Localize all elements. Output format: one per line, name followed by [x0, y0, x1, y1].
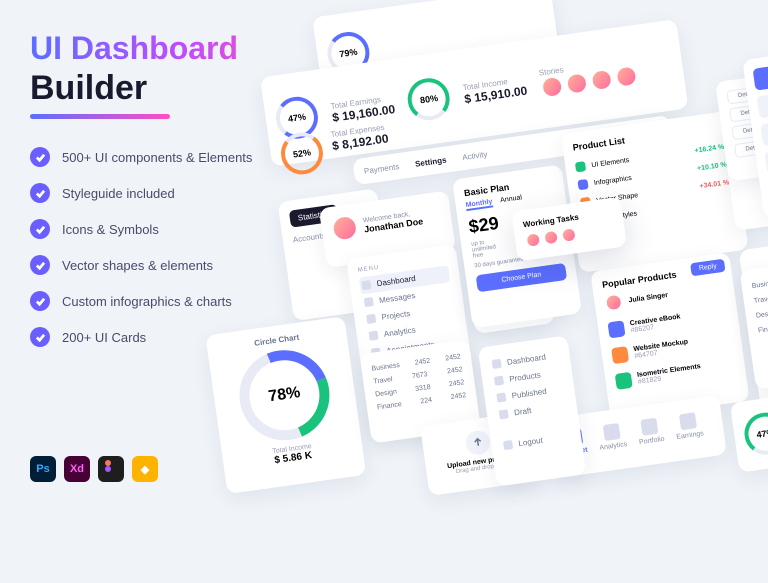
- avatar[interactable]: [564, 71, 589, 96]
- rail-icon[interactable]: [764, 149, 768, 174]
- expenses-stat: Total Expenses$ 8,192.00: [330, 122, 389, 153]
- user-avatar[interactable]: [330, 214, 359, 243]
- logout-icon: [503, 440, 513, 450]
- avatar[interactable]: [614, 64, 639, 89]
- xd-icon: Xd: [64, 456, 90, 482]
- figma-icon: [98, 456, 124, 482]
- stories-stat: Stories: [538, 55, 638, 99]
- hero-underline: [30, 114, 170, 119]
- message-icon: [364, 297, 374, 307]
- check-icon: [30, 147, 50, 167]
- draft-icon: [499, 409, 509, 419]
- product-icon: [615, 372, 633, 390]
- feature-item: Styleguide included: [62, 186, 175, 201]
- tab-settings[interactable]: Settings: [414, 155, 447, 168]
- box-icon: [494, 376, 504, 386]
- status-dot: [575, 161, 586, 172]
- product-icon: [611, 346, 629, 364]
- product-icon: [607, 320, 625, 338]
- avatar[interactable]: [539, 74, 564, 99]
- check-icon: [30, 183, 50, 203]
- avatar: [604, 292, 624, 312]
- cat-item[interactable]: Business: [751, 272, 768, 294]
- check-icon: [30, 219, 50, 239]
- hero-panel: UI Dashboard Builder 500+ UI components …: [30, 30, 310, 363]
- rail-icon[interactable]: [756, 94, 768, 119]
- donut-47-b: 47%: [742, 410, 768, 457]
- nav-sidebar-2: Dashboard Products Published Draft Logou…: [478, 335, 587, 486]
- chart-icon: [368, 331, 378, 341]
- check-icon: [30, 255, 50, 275]
- feature-item: Vector shapes & elements: [62, 258, 213, 273]
- avatar[interactable]: [524, 231, 542, 249]
- feature-item: 200+ UI Cards: [62, 330, 146, 345]
- nav-logout[interactable]: Logout: [500, 428, 572, 455]
- folder-icon: [366, 314, 376, 324]
- plan-monthly[interactable]: Monthly: [465, 198, 493, 211]
- analytics-icon: [602, 423, 620, 441]
- donut-80: 80%: [405, 75, 452, 122]
- check-icon: [30, 291, 50, 311]
- tab-activity[interactable]: Activity: [462, 149, 488, 161]
- hero-title-1: UI Dashboard: [30, 30, 310, 67]
- rail-icon[interactable]: [760, 121, 768, 146]
- feature-item: Custom infographics & charts: [62, 294, 232, 309]
- app-badges: Ps Xd ◆: [30, 456, 158, 482]
- popular-products-card: Popular Products Reply Julia Singer Crea…: [590, 252, 750, 420]
- avatar[interactable]: [542, 229, 560, 247]
- grid-icon: [492, 359, 502, 369]
- tab-analytics[interactable]: Analytics: [596, 422, 629, 462]
- portfolio-icon: [641, 418, 659, 436]
- income-stat: Total Income$ 15,910.00: [462, 74, 528, 106]
- check-icon: [496, 392, 506, 402]
- feature-item: Icons & Symbols: [62, 222, 159, 237]
- avatar[interactable]: [589, 67, 614, 92]
- feature-item: 500+ UI components & Elements: [62, 150, 252, 165]
- tab-earnings[interactable]: Earnings: [673, 411, 705, 450]
- plan-annual[interactable]: Annual: [500, 194, 523, 206]
- feature-list: 500+ UI components & Elements Styleguide…: [30, 147, 310, 347]
- check-icon: [30, 327, 50, 347]
- earnings-icon: [679, 412, 697, 430]
- hero-title-2: Builder: [30, 69, 310, 108]
- photoshop-icon: Ps: [30, 456, 56, 482]
- tab-payments[interactable]: Payments: [363, 162, 399, 176]
- status-dot: [577, 179, 588, 190]
- sketch-icon: ◆: [132, 456, 158, 482]
- chart-title: Circle Chart: [750, 242, 768, 268]
- earnings-stat: Total Earnings$ 19,160.00: [330, 93, 396, 125]
- avatar[interactable]: [560, 226, 578, 244]
- grid-icon: [361, 280, 371, 290]
- rail-icon[interactable]: [753, 66, 768, 91]
- tab-portfolio[interactable]: Portfolio: [636, 417, 666, 456]
- upload-icon: [464, 429, 491, 456]
